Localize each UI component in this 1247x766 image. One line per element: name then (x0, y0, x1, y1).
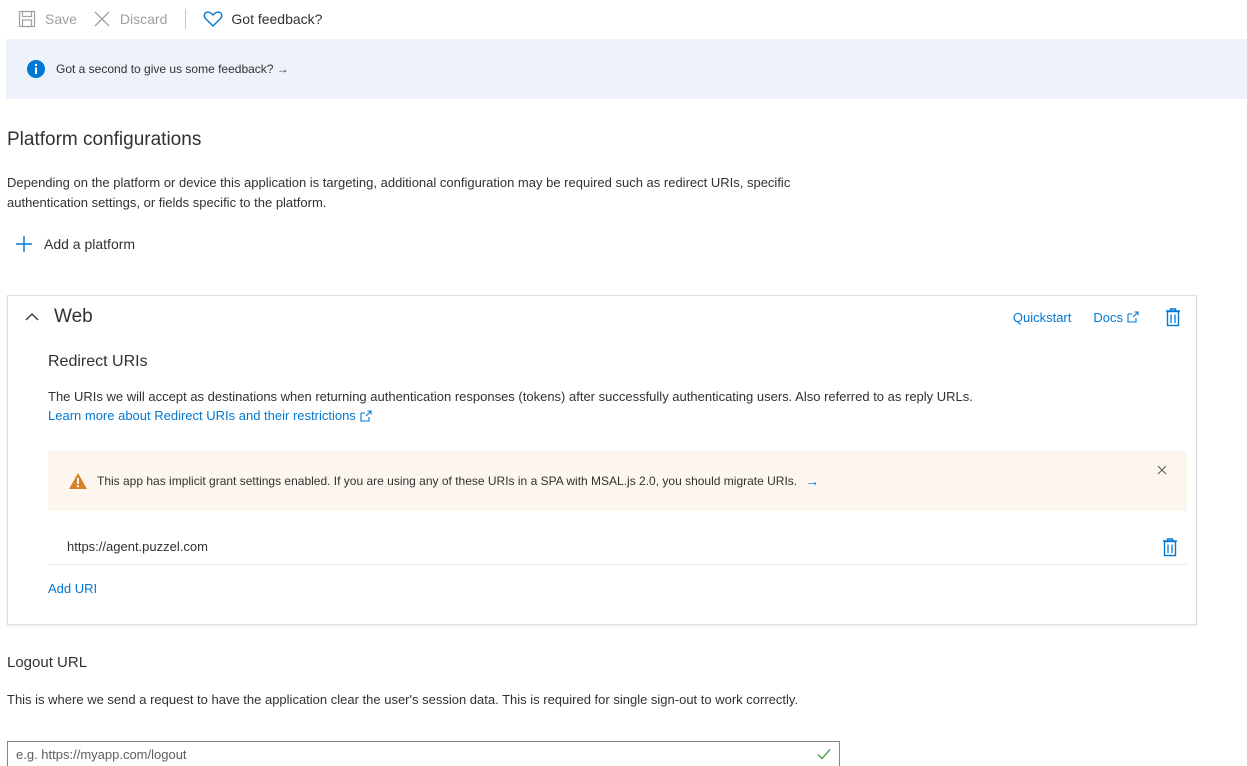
delete-uri-button[interactable] (1159, 536, 1181, 558)
web-card-toggle[interactable]: Web (22, 306, 93, 328)
logout-url-description: This is where we send a request to have … (7, 692, 799, 707)
chevron-up-icon (22, 307, 42, 327)
close-icon (91, 8, 113, 30)
info-icon (27, 60, 45, 78)
docs-link[interactable]: Docs (1093, 310, 1140, 325)
feedback-label: Got feedback? (231, 11, 323, 27)
delete-platform-button[interactable] (1162, 306, 1184, 328)
feedback-button[interactable]: Got feedback? (202, 7, 322, 31)
web-card-title: Web (54, 306, 93, 327)
checkmark-icon (817, 749, 831, 760)
warning-icon (69, 473, 87, 489)
implicit-grant-warning: This app has implicit grant settings ena… (48, 451, 1187, 511)
dismiss-warning-button[interactable] (1155, 463, 1169, 477)
feedback-banner[interactable]: Got a second to give us some feedback? → (6, 39, 1247, 99)
trash-icon (1163, 538, 1177, 557)
discard-label: Discard (119, 11, 168, 27)
redirect-uris-description: The URIs we will accept as destinations … (48, 389, 973, 404)
page-title: Platform configurations (7, 129, 202, 150)
save-label: Save (45, 11, 77, 27)
redirect-uris-title: Redirect URIs (48, 353, 148, 370)
docs-label: Docs (1093, 309, 1123, 325)
command-bar: Save Discard Got feedback? (0, 0, 1247, 38)
discard-button[interactable]: Discard (91, 7, 167, 31)
trash-icon (1166, 308, 1180, 327)
add-platform-label: Add a platform (44, 236, 136, 252)
external-link-icon (360, 409, 372, 422)
add-uri-link[interactable]: Add URI (48, 581, 97, 596)
external-link-icon (1127, 311, 1139, 323)
warning-text: This app has implicit grant settings ena… (97, 474, 798, 488)
logout-url-input[interactable] (7, 741, 840, 766)
quickstart-link[interactable]: Quickstart (1013, 310, 1072, 325)
learn-more-redirect-link[interactable]: Learn more about Redirect URIs and their… (48, 408, 373, 423)
add-platform-button[interactable]: Add a platform (14, 234, 135, 254)
save-button[interactable]: Save (16, 7, 77, 31)
learn-more-label: Learn more about Redirect URIs and their… (48, 408, 356, 423)
plus-icon (14, 234, 34, 254)
platform-description: Depending on the platform or device this… (7, 175, 791, 210)
redirect-uri-value: https://agent.puzzel.com (67, 539, 208, 554)
close-icon (1157, 465, 1167, 475)
heart-icon (202, 8, 224, 30)
web-card-actions: Quickstart Docs (1013, 306, 1184, 328)
logout-url-title: Logout URL (7, 654, 88, 671)
toolbar-divider (185, 9, 187, 29)
migrate-uris-arrow-link[interactable]: → (805, 473, 819, 489)
feedback-banner-text: Got a second to give us some feedback? → (56, 62, 289, 76)
save-icon (16, 8, 38, 30)
redirect-uri-row[interactable]: https://agent.puzzel.com (48, 529, 1187, 565)
web-platform-card: Web Quickstart Docs Redirect URIs The UR… (7, 295, 1197, 625)
